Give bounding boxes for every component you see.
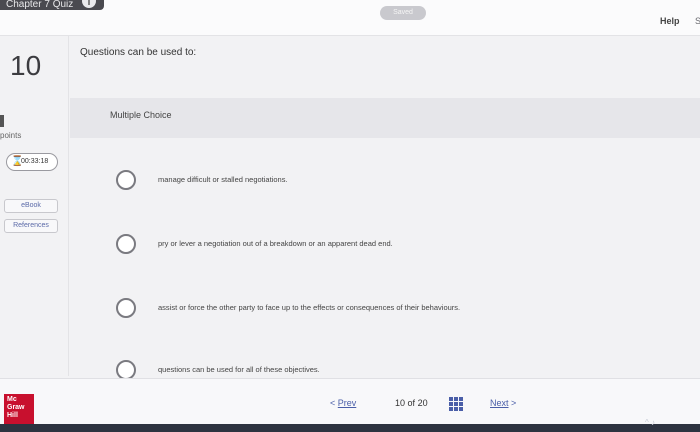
os-taskbar bbox=[0, 424, 700, 432]
answer-option-text[interactable]: assist or force the other party to face … bbox=[158, 303, 460, 312]
logo-line-3: Hill bbox=[7, 412, 18, 419]
hourglass-icon: ⌛ bbox=[11, 156, 24, 167]
page-current: 10 bbox=[395, 398, 406, 408]
info-icon[interactable]: i bbox=[82, 0, 96, 8]
quiz-tab-title: Chapter 7 Quiz i bbox=[0, 0, 104, 10]
prev-button[interactable]: < Prev bbox=[330, 398, 356, 408]
answer-option-text[interactable]: questions can be used for all of these o… bbox=[158, 365, 320, 374]
ebook-button[interactable]: eBook bbox=[4, 199, 58, 213]
references-button[interactable]: References bbox=[4, 219, 58, 233]
prev-label[interactable]: Prev bbox=[338, 398, 357, 408]
chevron-left-icon[interactable]: < bbox=[330, 398, 335, 408]
answer-option-text[interactable]: pry or lever a negotiation out of a brea… bbox=[158, 239, 393, 248]
system-tray: ^ ♪ bbox=[645, 418, 700, 430]
answer-option-1[interactable]: manage difficult or stalled negotiations… bbox=[110, 170, 670, 200]
help-button[interactable]: Help bbox=[660, 16, 680, 26]
next-button[interactable]: Next > bbox=[490, 398, 516, 408]
radio-button-1[interactable] bbox=[116, 170, 136, 190]
answer-option-text[interactable]: manage difficult or stalled negotiations… bbox=[158, 175, 288, 184]
timer-display: ⌛ 00:33:18 bbox=[6, 153, 58, 171]
page-of: of bbox=[407, 398, 416, 408]
top-bar: Chapter 7 Quiz i Saved Help S bbox=[0, 0, 700, 36]
question-text: Questions can be used to: bbox=[80, 47, 197, 58]
tray-chevron-icon[interactable]: ^ bbox=[645, 418, 649, 427]
next-label[interactable]: Next bbox=[490, 398, 509, 408]
saved-status-badge: Saved bbox=[380, 6, 426, 20]
question-type-label: Multiple Choice bbox=[110, 110, 172, 120]
points-label: points bbox=[0, 131, 22, 140]
grid-icon[interactable] bbox=[449, 397, 463, 411]
radio-button-3[interactable] bbox=[116, 298, 136, 318]
page-total: 20 bbox=[417, 398, 428, 408]
question-number: 10 bbox=[10, 50, 42, 81]
mcgraw-hill-logo: Mc Graw Hill bbox=[4, 394, 34, 426]
timer-value: 00:33:18 bbox=[21, 158, 49, 165]
tray-speaker-icon[interactable]: ♪ bbox=[651, 418, 655, 427]
quiz-title: Chapter 7 Quiz bbox=[6, 0, 74, 10]
points-indicator bbox=[0, 115, 4, 127]
logo-line-1: Mc bbox=[7, 396, 17, 403]
answer-option-2[interactable]: pry or lever a negotiation out of a brea… bbox=[110, 234, 670, 264]
answer-option-3[interactable]: assist or force the other party to face … bbox=[110, 298, 670, 328]
radio-button-2[interactable] bbox=[116, 234, 136, 254]
logo-line-2: Graw bbox=[7, 404, 25, 411]
help-extra-label[interactable]: S bbox=[695, 16, 700, 26]
radio-button-4[interactable] bbox=[116, 360, 136, 380]
sidebar-divider bbox=[68, 36, 69, 376]
page-counter: 10 of 20 bbox=[395, 398, 428, 408]
chevron-right-icon[interactable]: > bbox=[511, 398, 516, 408]
